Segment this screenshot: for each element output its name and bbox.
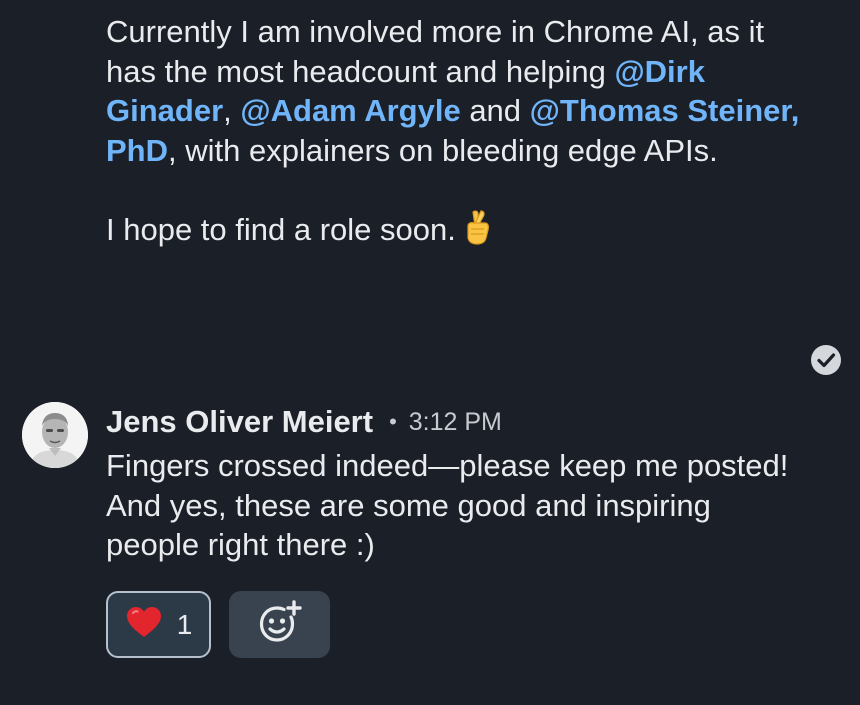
previous-message-paragraph-1: Currently I am involved more in Chrome A… (106, 12, 806, 170)
message-timestamp: 3:12 PM (408, 407, 502, 436)
add-reaction-button[interactable] (229, 591, 330, 658)
heart-reaction-button[interactable]: 1 (106, 591, 211, 658)
check-circle-icon (810, 344, 842, 376)
separator-text: , (223, 93, 241, 128)
message-header: Jens Oliver Meiert • 3:12 PM (106, 402, 502, 442)
previous-message-text: , with explainers on bleeding edge APIs. (168, 132, 718, 168)
mention-adam-argyle[interactable]: @Adam Argyle (240, 93, 460, 128)
conversation-view: Currently I am involved more in Chrome A… (0, 0, 860, 705)
reaction-count: 1 (176, 608, 193, 640)
sender-name[interactable]: Jens Oliver Meiert (106, 404, 373, 440)
avatar[interactable] (22, 402, 88, 468)
message-body: Fingers crossed indeed—please keep me po… (106, 448, 789, 562)
previous-message-paragraph-2: I hope to find a role soon. (106, 209, 806, 255)
previous-message-text: I hope to find a role soon. (106, 211, 456, 247)
separator-dot: • (389, 409, 397, 434)
add-reaction-smiley-icon (257, 599, 303, 650)
reactions-bar: 1 (106, 591, 330, 658)
crossed-fingers-icon (462, 209, 492, 255)
previous-message: Currently I am involved more in Chrome A… (106, 12, 806, 255)
red-heart-icon (125, 605, 163, 644)
separator-text: and (460, 93, 530, 128)
